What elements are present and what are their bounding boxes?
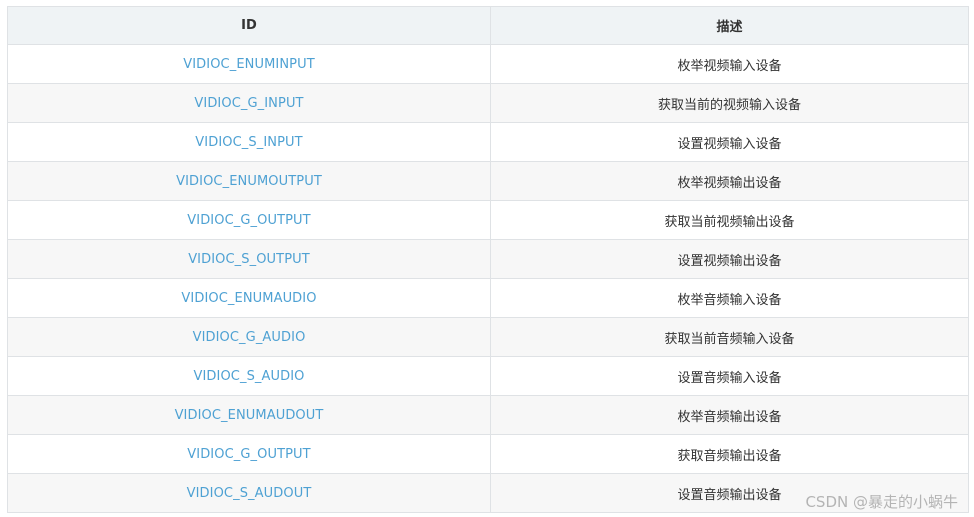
ioctl-description: 设置视频输入设备 bbox=[490, 122, 969, 162]
ioctl-description: 设置音频输出设备 bbox=[490, 473, 969, 513]
ioctl-id-link[interactable]: VIDIOC_ENUMINPUT bbox=[7, 44, 491, 84]
table-row: VIDIOC_S_AUDOUT 设置音频输出设备 bbox=[7, 473, 969, 513]
ioctl-description: 枚举音频输入设备 bbox=[490, 278, 969, 318]
table-row: VIDIOC_G_INPUT 获取当前的视频输入设备 bbox=[7, 83, 969, 123]
table-row: VIDIOC_S_INPUT 设置视频输入设备 bbox=[7, 122, 969, 162]
ioctl-table: ID 描述 VIDIOC_ENUMINPUT 枚举视频输入设备 VIDIOC_G… bbox=[7, 6, 969, 513]
ioctl-id-link[interactable]: VIDIOC_G_OUTPUT bbox=[7, 434, 491, 474]
ioctl-id-link[interactable]: VIDIOC_S_AUDIO bbox=[7, 356, 491, 396]
table-row: VIDIOC_S_OUTPUT 设置视频输出设备 bbox=[7, 239, 969, 279]
table-row: VIDIOC_ENUMAUDOUT 枚举音频输出设备 bbox=[7, 395, 969, 435]
ioctl-id-link[interactable]: VIDIOC_S_INPUT bbox=[7, 122, 491, 162]
ioctl-description: 获取当前音频输入设备 bbox=[490, 317, 969, 357]
ioctl-description: 设置视频输出设备 bbox=[490, 239, 969, 279]
ioctl-id-link[interactable]: VIDIOC_S_OUTPUT bbox=[7, 239, 491, 279]
column-header-description: 描述 bbox=[490, 6, 969, 45]
ioctl-id-link[interactable]: VIDIOC_ENUMAUDOUT bbox=[7, 395, 491, 435]
ioctl-id-link[interactable]: VIDIOC_G_INPUT bbox=[7, 83, 491, 123]
table-body: VIDIOC_ENUMINPUT 枚举视频输入设备 VIDIOC_G_INPUT… bbox=[7, 44, 969, 513]
ioctl-id-link[interactable]: VIDIOC_ENUMAUDIO bbox=[7, 278, 491, 318]
table-row: VIDIOC_G_OUTPUT 获取当前视频输出设备 bbox=[7, 200, 969, 240]
ioctl-description: 枚举视频输入设备 bbox=[490, 44, 969, 84]
table-header: ID 描述 bbox=[7, 6, 969, 45]
ioctl-description: 获取音频输出设备 bbox=[490, 434, 969, 474]
ioctl-id-link[interactable]: VIDIOC_S_AUDOUT bbox=[7, 473, 491, 513]
ioctl-description: 枚举音频输出设备 bbox=[490, 395, 969, 435]
table-row: VIDIOC_G_OUTPUT 获取音频输出设备 bbox=[7, 434, 969, 474]
ioctl-table-container: ID 描述 VIDIOC_ENUMINPUT 枚举视频输入设备 VIDIOC_G… bbox=[7, 6, 969, 513]
ioctl-description: 获取当前视频输出设备 bbox=[490, 200, 969, 240]
ioctl-id-link[interactable]: VIDIOC_G_OUTPUT bbox=[7, 200, 491, 240]
table-row: VIDIOC_ENUMOUTPUT 枚举视频输出设备 bbox=[7, 161, 969, 201]
table-row: VIDIOC_ENUMAUDIO 枚举音频输入设备 bbox=[7, 278, 969, 318]
ioctl-description: 获取当前的视频输入设备 bbox=[490, 83, 969, 123]
ioctl-id-link[interactable]: VIDIOC_G_AUDIO bbox=[7, 317, 491, 357]
ioctl-id-link[interactable]: VIDIOC_ENUMOUTPUT bbox=[7, 161, 491, 201]
table-row: VIDIOC_ENUMINPUT 枚举视频输入设备 bbox=[7, 44, 969, 84]
ioctl-description: 枚举视频输出设备 bbox=[490, 161, 969, 201]
table-row: VIDIOC_G_AUDIO 获取当前音频输入设备 bbox=[7, 317, 969, 357]
ioctl-description: 设置音频输入设备 bbox=[490, 356, 969, 396]
header-row: ID 描述 bbox=[7, 6, 969, 45]
table-row: VIDIOC_S_AUDIO 设置音频输入设备 bbox=[7, 356, 969, 396]
column-header-id: ID bbox=[7, 6, 491, 45]
